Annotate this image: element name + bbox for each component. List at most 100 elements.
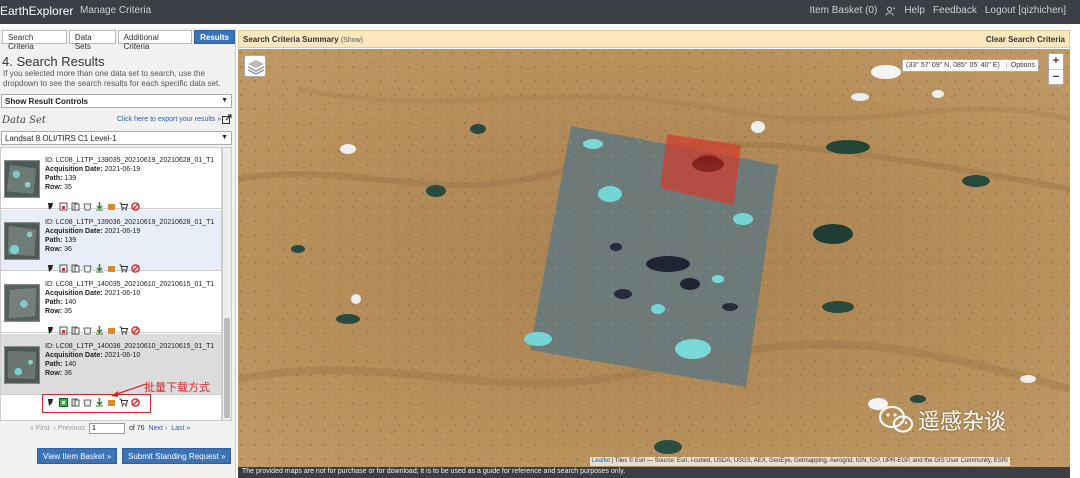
leaflet-link[interactable]: Leaflet bbox=[592, 458, 610, 464]
bulk-download-icon[interactable] bbox=[107, 264, 116, 273]
download-icon[interactable] bbox=[95, 202, 104, 211]
app-brand[interactable]: EarthExplorer bbox=[0, 4, 73, 18]
annotation-arrow bbox=[111, 383, 147, 397]
exclude-icon[interactable] bbox=[131, 202, 140, 211]
data-set-select[interactable]: Landsat 8 OLI/TIRS C1 Level-1 ▼ bbox=[1, 131, 232, 145]
search-results-description: If you selected more than one data set t… bbox=[3, 69, 221, 88]
compare-icon[interactable] bbox=[71, 326, 80, 335]
result-thumbnail[interactable] bbox=[4, 222, 40, 260]
help-link[interactable]: Help bbox=[904, 5, 925, 16]
result-date: Acquisition Date: 2021-06-19 bbox=[45, 166, 141, 173]
page-number-input[interactable] bbox=[88, 423, 125, 434]
result-date: Acquisition Date: 2021-06-19 bbox=[45, 228, 141, 235]
criteria-tabs: Search Criteria Data Sets Additional Cri… bbox=[2, 30, 235, 51]
download-icon[interactable] bbox=[95, 326, 104, 335]
compare-icon[interactable] bbox=[71, 202, 80, 211]
result-id: ID: LC08_L1TP_139035_20210619_20210628_0… bbox=[45, 157, 215, 164]
map-disclaimer: The provided maps are not for purchase o… bbox=[238, 467, 1070, 478]
result-date: Acquisition Date: 2021-06-10 bbox=[45, 290, 141, 297]
show-footprint-icon[interactable] bbox=[47, 326, 56, 335]
result-id: ID: LC08_L1TP_140036_20210610_20210615_0… bbox=[45, 343, 215, 350]
show-browse-icon[interactable] bbox=[59, 264, 68, 273]
search-results-title: 4. Search Results bbox=[2, 54, 105, 69]
zoom-out-button[interactable]: − bbox=[1049, 69, 1063, 84]
cart-icon[interactable] bbox=[119, 202, 128, 211]
metadata-icon[interactable] bbox=[83, 326, 92, 335]
compare-icon[interactable] bbox=[71, 264, 80, 273]
metadata-icon[interactable] bbox=[83, 264, 92, 273]
last-page-link[interactable]: Last » bbox=[171, 425, 190, 432]
export-icon[interactable] bbox=[222, 114, 232, 124]
result-thumbnail[interactable] bbox=[4, 284, 40, 322]
tab-additional-criteria[interactable]: Additional Criteria bbox=[117, 30, 193, 51]
tab-results[interactable]: Results bbox=[194, 30, 235, 44]
item-basket-link[interactable]: Item Basket (0) bbox=[810, 5, 878, 16]
result-thumbnail[interactable] bbox=[4, 160, 40, 198]
top-navbar: EarthExplorer Manage Criteria Item Baske… bbox=[0, 0, 1080, 24]
chevron-down-icon: ▼ bbox=[221, 134, 228, 141]
export-results-link[interactable]: Click here to export your results » bbox=[117, 116, 221, 123]
show-footprint-icon[interactable] bbox=[47, 264, 56, 273]
logout-link[interactable]: Logout [qizhichen] bbox=[985, 5, 1066, 16]
result-controls-select[interactable]: Show Result Controls ▼ bbox=[1, 94, 232, 108]
view-item-basket-button[interactable]: View Item Basket » bbox=[37, 448, 118, 464]
exclude-icon[interactable] bbox=[131, 264, 140, 273]
map-panel: Search Criteria Summary (Show) Clear Sea… bbox=[238, 28, 1070, 478]
result-actions bbox=[47, 202, 140, 211]
result-thumbnail[interactable] bbox=[4, 346, 40, 384]
user-profile-icon[interactable] bbox=[885, 6, 896, 16]
wechat-icon bbox=[879, 406, 913, 433]
result-date: Acquisition Date: 2021-06-10 bbox=[45, 352, 141, 359]
exclude-icon[interactable] bbox=[131, 326, 140, 335]
data-set-label: Data Set bbox=[2, 115, 46, 126]
left-panel: Search Criteria Data Sets Additional Cri… bbox=[0, 28, 236, 478]
criteria-show-link[interactable]: (Show) bbox=[341, 37, 363, 44]
metadata-icon[interactable] bbox=[83, 202, 92, 211]
search-criteria-summary-bar: Search Criteria Summary (Show) Clear Sea… bbox=[238, 30, 1070, 48]
cart-icon[interactable] bbox=[119, 264, 128, 273]
annotation-label: 批量下载方式 bbox=[144, 382, 210, 394]
result-row: Row: 35 bbox=[45, 184, 72, 191]
result-actions bbox=[47, 264, 140, 273]
tab-data-sets[interactable]: Data Sets bbox=[68, 30, 116, 51]
next-page-link[interactable]: Next › bbox=[149, 425, 168, 432]
clear-search-criteria-link[interactable]: Clear Search Criteria bbox=[986, 35, 1065, 44]
bulk-download-icon[interactable] bbox=[107, 326, 116, 335]
result-controls-value: Show Result Controls bbox=[5, 97, 89, 106]
map-attribution: Leaflet | Tiles © Esri — Source: Esri, i… bbox=[590, 457, 1010, 466]
previous-page-link[interactable]: ‹ Previous bbox=[53, 425, 85, 432]
zoom-in-button[interactable]: + bbox=[1049, 54, 1063, 69]
bulk-download-icon[interactable] bbox=[107, 202, 116, 211]
result-row: Row: 36 bbox=[45, 370, 72, 377]
page-count: of 76 bbox=[128, 425, 145, 432]
manage-criteria-link[interactable]: Manage Criteria bbox=[80, 5, 151, 16]
download-icon[interactable] bbox=[95, 264, 104, 273]
results-scrollbar[interactable] bbox=[222, 147, 232, 421]
result-path: Path: 139 bbox=[45, 237, 77, 244]
result-path: Path: 139 bbox=[45, 175, 77, 182]
tab-search-criteria[interactable]: Search Criteria bbox=[2, 30, 67, 51]
list-item: ID: LC08_L1TP_139035_20210619_20210628_0… bbox=[1, 148, 221, 209]
top-nav-links: Item Basket (0) Help Feedback Logout [qi… bbox=[810, 5, 1066, 16]
result-id: ID: LC08_L1TP_139036_20210619_20210628_0… bbox=[45, 219, 215, 226]
show-browse-icon[interactable] bbox=[59, 202, 68, 211]
map-options-button[interactable]: Options bbox=[1005, 62, 1035, 69]
result-row: Row: 35 bbox=[45, 308, 72, 315]
result-actions bbox=[47, 326, 140, 335]
cart-icon[interactable] bbox=[119, 326, 128, 335]
scrollbar-thumb[interactable] bbox=[224, 318, 230, 418]
pagination: « First ‹ Previous of 76 Next › Last » bbox=[30, 423, 190, 434]
first-page-link[interactable]: « First bbox=[30, 425, 49, 432]
submit-standing-request-button[interactable]: Submit Standing Request » bbox=[122, 448, 232, 464]
chevron-down-icon: ▼ bbox=[221, 97, 228, 104]
feedback-link[interactable]: Feedback bbox=[933, 5, 977, 16]
show-footprint-icon[interactable] bbox=[47, 202, 56, 211]
map-view[interactable]: (33° 57' 09" N, 085° 05' 40" E) Options … bbox=[238, 49, 1070, 467]
show-browse-icon[interactable] bbox=[59, 326, 68, 335]
layers-button[interactable] bbox=[244, 55, 266, 77]
result-path: Path: 140 bbox=[45, 299, 77, 306]
coordinate-text: (33° 57' 09" N, 085° 05' 40" E) bbox=[906, 62, 1000, 69]
criteria-summary-title[interactable]: Search Criteria Summary (Show) bbox=[243, 35, 363, 44]
data-set-select-value: Landsat 8 OLI/TIRS C1 Level-1 bbox=[5, 134, 117, 143]
coordinate-readout: (33° 57' 09" N, 085° 05' 40" E) Options bbox=[902, 59, 1039, 72]
